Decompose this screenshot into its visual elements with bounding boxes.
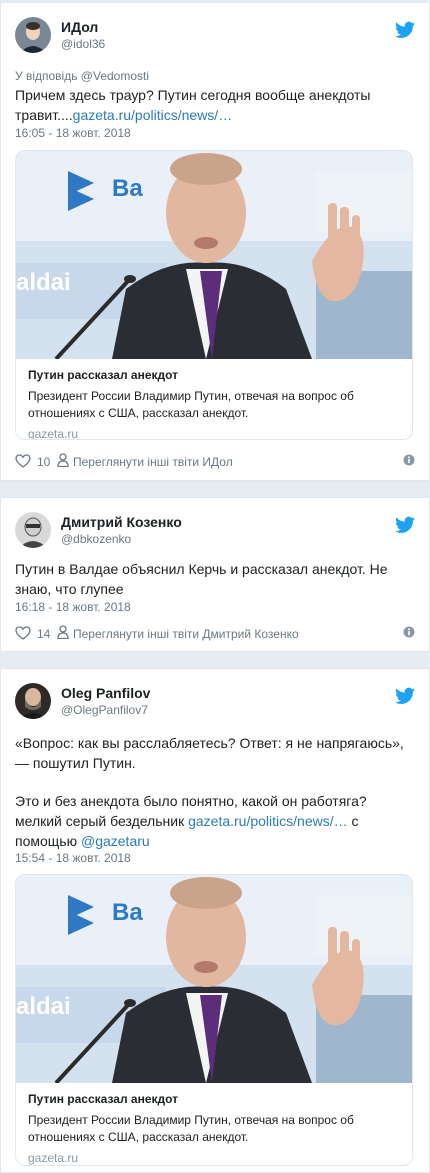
tweet-text-paragraph: «Вопрос: как вы расслабляетесь? Ответ: я… [15,735,404,771]
reply-to[interactable]: У відповідь @Vedomosti [15,69,149,83]
avatar[interactable] [15,17,51,53]
author-handle[interactable]: @OlegPanfilov7 [61,703,148,717]
card-image: Ва aldai [16,875,412,1083]
tweet-header: Oleg Panfilov @OlegPanfilov7 [15,683,415,723]
avatar[interactable] [15,683,51,719]
person-icon[interactable] [57,453,69,467]
avatar[interactable] [15,512,51,548]
mention-link[interactable]: @gazetaru [81,833,150,849]
banner-text: Ва [112,175,143,202]
heart-icon[interactable] [15,454,31,468]
tweet-header: Дмитрий Козенко @dbkozenko [15,512,415,552]
link-preview-card[interactable]: Ва aldai Путин рассказал анекдот Президе… [15,874,413,1166]
twitter-bird-icon[interactable] [395,21,415,39]
view-more-tweets-link[interactable]: Переглянути інші твіти ИДол [73,455,233,469]
heart-icon[interactable] [15,626,31,640]
tweet-text-paragraph: Это и без анекдота было понятно, какой о… [15,791,415,851]
tweet-link[interactable]: gazeta.ru/politics/news/… [188,813,348,829]
card-image: Ва aldai [16,151,412,359]
tweet-text: Причем здесь траур? Путин сегодня вообще… [15,85,415,125]
timestamp[interactable]: 15:54 - 18 жовт. 2018 [15,851,131,865]
tweet-card: Дмитрий Козенко @dbkozenko Путин в Валда… [0,497,430,652]
author-name[interactable]: Oleg Panfilov [61,685,150,701]
banner-text: aldai [16,993,71,1020]
tweet-actions: 10 Переглянути інші твіти ИДол [15,453,415,471]
view-more-tweets-link[interactable]: Переглянути інші твіти Дмитрий Козенко [73,627,299,641]
card-domain: gazeta.ru [28,427,79,440]
timestamp[interactable]: 16:18 - 18 жовт. 2018 [15,600,131,614]
tweet-card: Oleg Panfilov @OlegPanfilov7 «Вопрос: ка… [0,668,430,1173]
card-description: Президент России Владимир Путин, отвечая… [28,389,354,420]
tweet-header: ИДол @idol36 [15,17,415,57]
tweet-actions: 14 Переглянути інші твіти Дмитрий Козенк… [15,625,415,643]
author-handle[interactable]: @idol36 [61,37,105,51]
author-name[interactable]: ИДол [61,19,98,35]
timestamp[interactable]: 16:05 - 18 жовт. 2018 [15,126,131,140]
info-icon[interactable] [403,454,415,466]
tweet-card: ИДол @idol36 У відповідь @Vedomosti Прич… [0,2,430,481]
author-name[interactable]: Дмитрий Козенко [61,514,182,530]
like-count[interactable]: 14 [37,627,50,641]
card-description: Президент России Владимир Путин, отвечая… [28,1113,354,1144]
card-title: Путин рассказал анекдот [28,368,179,382]
person-icon[interactable] [57,625,69,639]
like-count[interactable]: 10 [37,455,50,469]
info-icon[interactable] [403,626,415,638]
card-domain: gazeta.ru [28,1151,79,1165]
tweet-link[interactable]: gazeta.ru/politics/news/… [73,107,233,123]
tweet-text: Путин в Валдае объяснил Керчь и рассказа… [15,561,388,597]
link-preview-card[interactable]: Ва aldai Путин рассказал анекдот Президе… [15,150,413,440]
banner-text: aldai [16,269,71,296]
card-title: Путин рассказал анекдот [28,1092,179,1106]
banner-text: Ва [112,899,143,926]
twitter-bird-icon[interactable] [395,516,415,534]
author-handle[interactable]: @dbkozenko [61,532,131,546]
twitter-bird-icon[interactable] [395,687,415,705]
